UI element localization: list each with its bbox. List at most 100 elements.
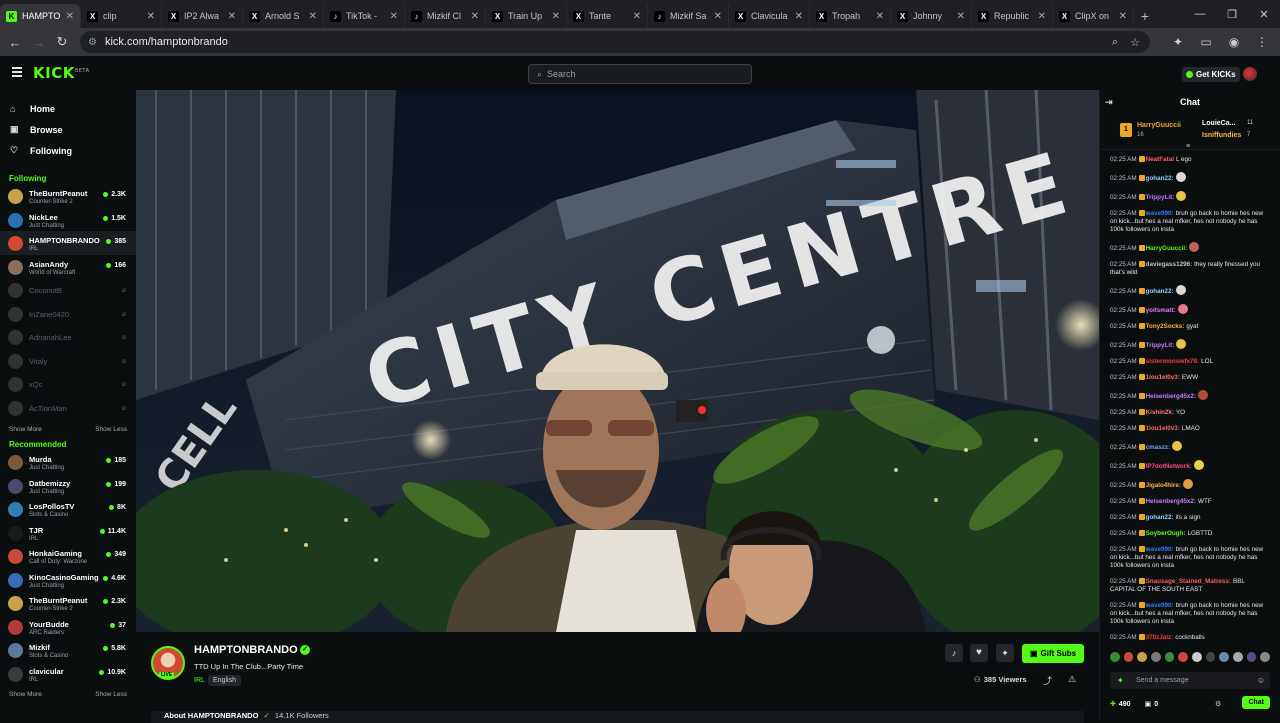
emote-icon[interactable] (1164, 652, 1175, 662)
site-info-icon[interactable]: ⚙ (88, 37, 97, 48)
chat-username[interactable]: 1lou1el0v3: (1146, 374, 1180, 381)
chat-username[interactable]: yoitsmatt: (1146, 307, 1176, 314)
points-icon[interactable]: ✚ (1110, 700, 1116, 708)
search-input[interactable]: ⌕ Search (528, 64, 752, 84)
sidebar-channel-item[interactable]: Datbemizzy Just Chatting 199 (0, 474, 136, 498)
browser-tab[interactable]: X Arnold S ✕ (243, 4, 324, 28)
notification-bell-icon[interactable]: ♪ (945, 644, 963, 662)
sidebar-channel-item[interactable]: YourBudde ARC Raiders 37 (0, 615, 136, 639)
extensions-icon[interactable]: ✦ (1166, 30, 1190, 54)
tab-close-icon[interactable]: ✕ (714, 11, 722, 22)
sidebar-nav-following[interactable]: ♡ Following (10, 140, 126, 161)
sidebar-channel-item[interactable]: AdrianahLee ⌀ (0, 325, 136, 349)
menu-toggle-icon[interactable] (12, 67, 22, 79)
video-player[interactable]: CITY CENTRE CELL (136, 90, 1099, 632)
recommended-show-less[interactable]: Show Less (95, 691, 127, 698)
report-icon[interactable]: ⚠ (1068, 674, 1076, 685)
leaderboard-top-user[interactable]: HarryGuuccii (1137, 122, 1181, 129)
sidebar-channel-item[interactable]: CoconutB ⌀ (0, 278, 136, 302)
sidebar-channel-item[interactable]: TheBurntPeanut Counter-Strike 2 2.3K (0, 591, 136, 615)
tab-close-icon[interactable]: ✕ (66, 11, 74, 22)
chat-username[interactable]: 1lou1el0v3: (1146, 425, 1180, 432)
chat-username[interactable]: 370zJalz: (1146, 634, 1174, 641)
sidebar-channel-item[interactable]: KinoCasinoGaming Just Chatting 4.6K (0, 568, 136, 592)
browser-tab[interactable]: ♪ Mizkif Cl ✕ (405, 4, 486, 28)
profile-icon[interactable]: ◉ (1222, 30, 1246, 54)
browser-tab[interactable]: X Tropah ✕ (810, 4, 891, 28)
browser-tab[interactable]: X IP2 Alwa ✕ (162, 4, 243, 28)
chat-username[interactable]: wave990: (1146, 210, 1174, 217)
emote-icon[interactable] (1246, 652, 1257, 662)
chat-filter-icon[interactable]: ≡ (1186, 143, 1190, 150)
bookmark-star-icon[interactable]: ☆ (1130, 36, 1140, 49)
chat-username[interactable]: Heisenberg45x2: (1146, 393, 1196, 400)
language-tag[interactable]: English (208, 675, 241, 686)
forward-button[interactable]: → (27, 30, 51, 54)
category-link[interactable]: IRL (194, 677, 205, 684)
browser-tab[interactable]: X Tante ✕ (567, 4, 648, 28)
chat-username[interactable]: wave990: (1146, 546, 1174, 553)
gifts-icon[interactable]: ▣ (1145, 700, 1152, 708)
sidebar-channel-item[interactable]: InZane0420 ⌀ (0, 302, 136, 326)
chat-input[interactable]: ✦ Send a message ☺ (1110, 672, 1270, 689)
get-kicks-button[interactable]: Get KICKs (1182, 67, 1240, 82)
sidebar-nav-home[interactable]: ⌂ Home (10, 98, 126, 119)
emote-picker-icon[interactable]: ☺ (1257, 676, 1265, 685)
chat-username[interactable]: Jigalo4hire: (1146, 482, 1181, 489)
browser-tab[interactable]: K HAMPTO ✕ (0, 4, 81, 28)
chat-username[interactable]: daviegass1296: (1146, 261, 1193, 268)
chat-username[interactable]: sistermonsiefx78: (1146, 358, 1200, 365)
back-button[interactable]: ← (3, 30, 27, 54)
close-window-button[interactable]: ✕ (1248, 0, 1280, 28)
chat-username[interactable]: Kishin2k: (1146, 409, 1174, 416)
share-icon[interactable]: ⤴ (1043, 674, 1052, 687)
tab-close-icon[interactable]: ✕ (552, 11, 560, 22)
chat-username[interactable]: gohan22: (1146, 175, 1174, 182)
chat-sparkle-icon[interactable]: ✦ (1117, 676, 1124, 685)
tab-close-icon[interactable]: ✕ (876, 11, 884, 22)
following-show-less[interactable]: Show Less (95, 426, 127, 433)
chat-username[interactable]: NeatFatal (1146, 156, 1174, 163)
emote-icon[interactable] (1178, 652, 1189, 662)
chat-username[interactable]: wave990: (1146, 602, 1174, 609)
subscribe-star-icon[interactable]: ✦ (996, 644, 1014, 662)
menu-icon[interactable]: ⋮ (1250, 30, 1274, 54)
browser-tab[interactable]: ♪ Mizkif Sa ✕ (648, 4, 729, 28)
emote-icon[interactable] (1233, 652, 1243, 662)
address-bar[interactable]: ⚙ kick.com/hamptonbrando ⌕ ☆ (80, 31, 1150, 53)
tab-close-icon[interactable]: ✕ (957, 11, 965, 22)
browser-tab[interactable]: X Clavicula ✕ (729, 4, 810, 28)
chat-username[interactable]: TrippyLit: (1146, 194, 1175, 201)
sidebar-channel-item[interactable]: Vitaly ⌀ (0, 349, 136, 373)
chat-settings-icon[interactable]: ⚙ (1215, 700, 1221, 708)
tab-close-icon[interactable]: ✕ (471, 11, 479, 22)
sidebar-channel-item[interactable]: Murda Just Chatting 185 (0, 450, 136, 474)
emote-icon[interactable] (1110, 652, 1120, 662)
leaderboard-user-3[interactable]: Isniffundies (1202, 132, 1241, 139)
user-avatar[interactable] (1243, 67, 1257, 81)
chat-username[interactable]: HarryGuuccii: (1146, 245, 1188, 252)
browser-tab[interactable]: ♪ TikTok - ✕ (324, 4, 405, 28)
sidebar-channel-item[interactable]: Mizkif Slots & Casino 5.8K (0, 638, 136, 662)
sidebar-nav-browse[interactable]: ▣ Browse (10, 119, 126, 140)
sidebar-channel-item[interactable]: HonkaiGaming Call of Duty: Warzone 349 (0, 544, 136, 568)
browser-tab[interactable]: X Republic ✕ (972, 4, 1053, 28)
chat-username[interactable]: cmaszz: (1146, 444, 1171, 451)
browser-tab[interactable]: X Train Up ✕ (486, 4, 567, 28)
streamer-name[interactable]: HAMPTONBRANDO (194, 644, 298, 656)
gift-subs-button[interactable]: ▣ Gift Subs (1022, 644, 1084, 663)
browser-tab[interactable]: Xclip ✕ (81, 4, 162, 28)
tab-close-icon[interactable]: ✕ (633, 11, 641, 22)
sidebar-channel-item[interactable]: AsianAndy World of Warcraft 166 (0, 255, 136, 279)
browser-tab[interactable]: X ClipX on ✕ (1053, 4, 1134, 28)
tab-close-icon[interactable]: ✕ (1119, 11, 1127, 22)
chat-username[interactable]: gohan22: (1146, 514, 1174, 521)
sidebar-channel-item[interactable]: xQc ⌀ (0, 372, 136, 396)
emote-icon[interactable] (1137, 652, 1148, 662)
chat-username[interactable]: TrippyLit: (1146, 342, 1175, 349)
browser-tab[interactable]: X Johnny ✕ (891, 4, 972, 28)
tab-close-icon[interactable]: ✕ (309, 11, 317, 22)
reload-button[interactable]: ↻ (50, 30, 74, 54)
tab-close-icon[interactable]: ✕ (795, 11, 803, 22)
chat-username[interactable]: Snausage_Stained_Matress: (1146, 578, 1231, 585)
